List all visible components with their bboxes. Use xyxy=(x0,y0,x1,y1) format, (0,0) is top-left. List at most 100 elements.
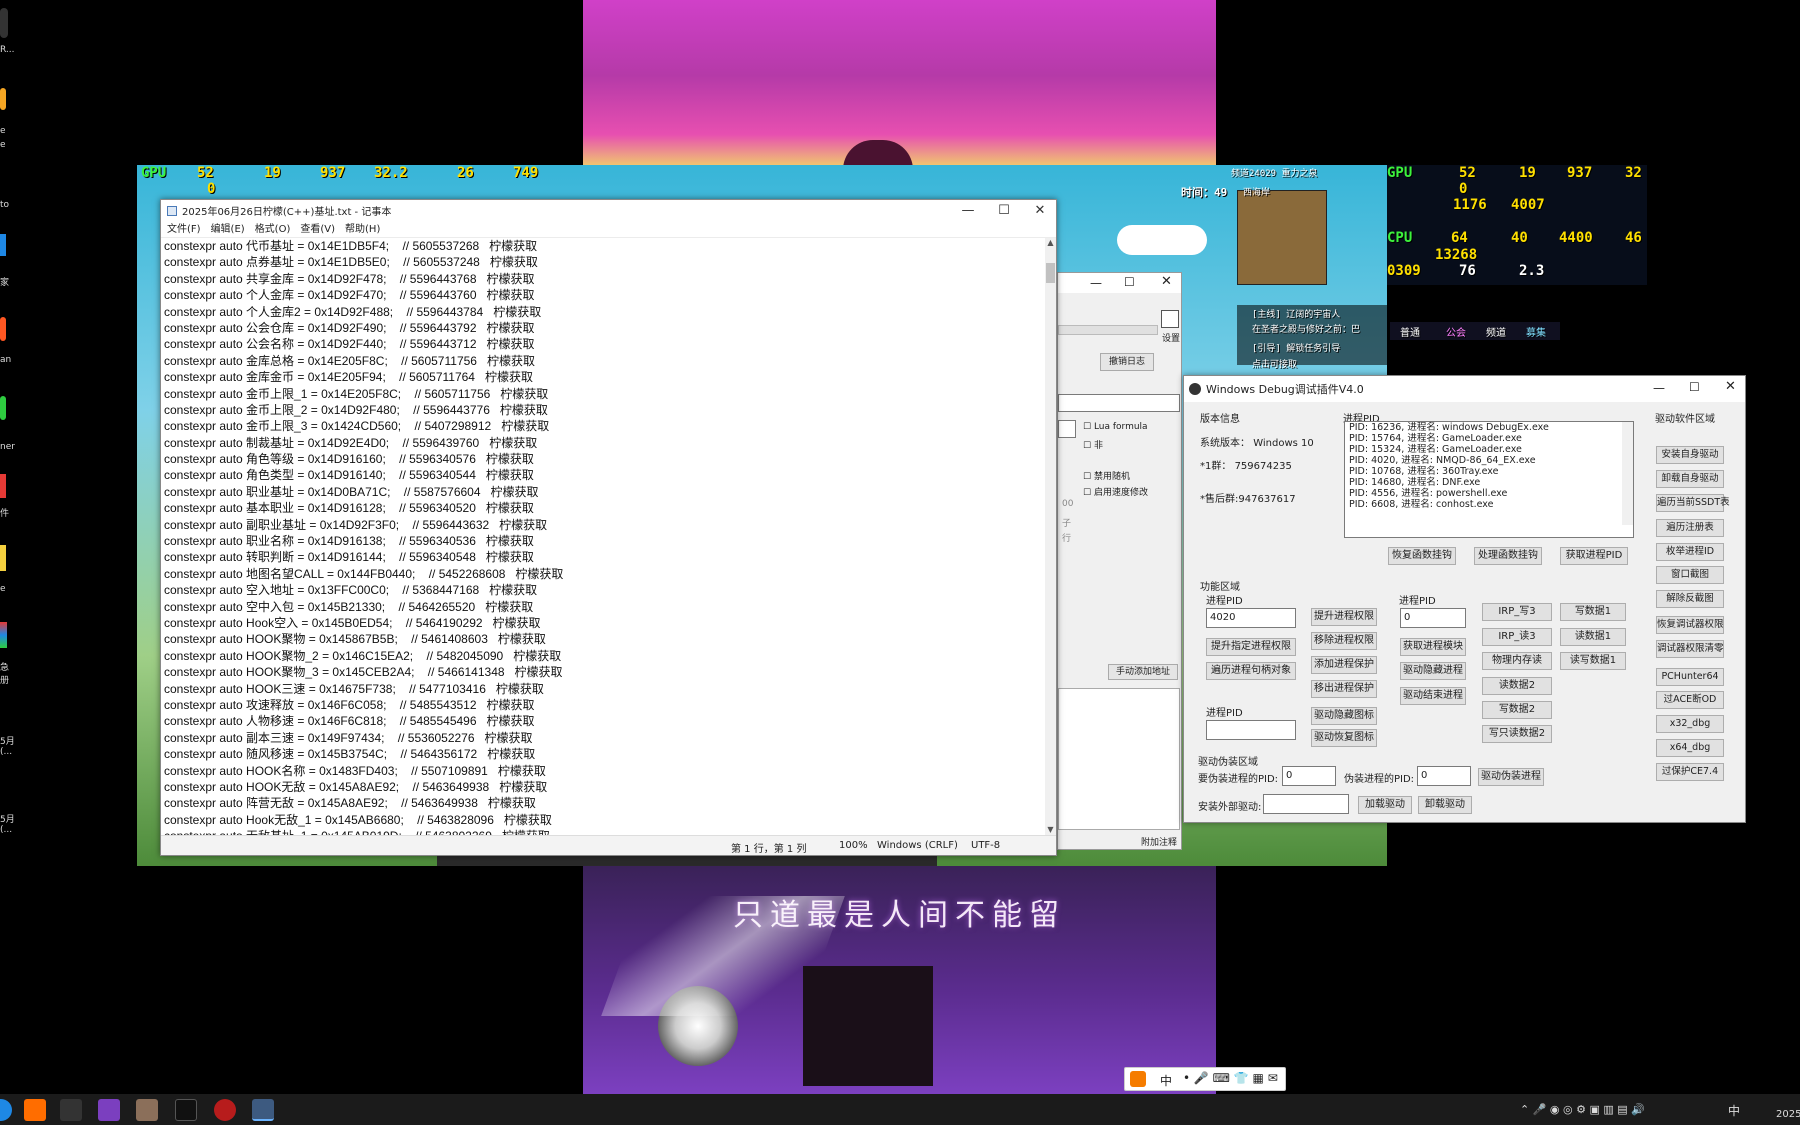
irp-write-button[interactable]: IRP_写3 xyxy=(1482,603,1552,621)
desktop-app-icon[interactable] xyxy=(0,396,6,420)
get-module-button[interactable]: 获取进程模块 xyxy=(1400,638,1466,656)
debug-maximize-button[interactable]: ☐ xyxy=(1689,380,1700,394)
notepad-window[interactable]: 2025年06月26日柠檬(C++)基址.txt - 记事本 — ☐ ✕ 文件(… xyxy=(160,199,1057,856)
cheat-select[interactable] xyxy=(1058,420,1076,438)
rw-data1-button[interactable]: 读写数据1 xyxy=(1560,652,1626,670)
debug-close-button[interactable]: ✕ xyxy=(1725,379,1736,394)
chat-tab-normal[interactable]: 普通 xyxy=(1400,324,1420,339)
quest-line-1[interactable]: [主线] 辽阔的宇宙人 xyxy=(1252,307,1340,320)
restore-hook-button[interactable]: 恢复函数挂钩 xyxy=(1388,547,1456,565)
debug-tool-window[interactable]: Windows Debug调试插件V4.0 — ☐ ✕ 版本信息 系统版本： W… xyxy=(1183,375,1746,823)
menu-edit[interactable]: 编辑(E) xyxy=(211,221,245,237)
pid-listbox[interactable]: PID: 16236, 进程名: windows DebugEx.exe PID:… xyxy=(1344,421,1634,538)
scroll-up-icon[interactable]: ▲ xyxy=(1045,238,1056,248)
driver-side-button[interactable]: 遍历当前SSDT表 xyxy=(1656,494,1730,512)
qq-icon[interactable] xyxy=(175,1099,197,1121)
driver-side-button[interactable]: 解除反截图 xyxy=(1656,590,1724,608)
pid-list-item[interactable]: PID: 15764, 进程名: GameLoader.exe xyxy=(1345,433,1633,444)
write-data1-button[interactable]: 写数据1 xyxy=(1560,603,1626,621)
ime-toolbar[interactable]: 中 • 🎤 ⌨ 👕 ▦ ✉ xyxy=(1124,1067,1286,1091)
raise-specific-button[interactable]: 提升指定进程权限 xyxy=(1206,638,1296,656)
desktop-app-icon[interactable] xyxy=(0,234,6,256)
enable-speed-checkbox[interactable]: ☐ 启用速度修改 xyxy=(1083,485,1148,498)
menu-file[interactable]: 文件(F) xyxy=(167,221,201,237)
cheat-tool-window[interactable]: — ☐ ✕ 设置 撤销日志 ☐ Lua formula ☐ 非 ☐ 禁用随机 ☐… xyxy=(1057,272,1182,850)
desktop-app-icon[interactable] xyxy=(0,317,6,341)
settings-icon[interactable] xyxy=(1161,310,1179,328)
unload-driver-button[interactable]: 卸载驱动 xyxy=(1418,796,1472,814)
game-minimap[interactable] xyxy=(1237,190,1327,285)
chat-tab-guild[interactable]: 公会 xyxy=(1446,324,1466,339)
desktop-app-icon[interactable] xyxy=(0,88,6,110)
cheat-input[interactable] xyxy=(1058,394,1180,412)
driver-side-button[interactable]: x64_dbg xyxy=(1656,739,1724,757)
add-protect-button[interactable]: 添加进程保护 xyxy=(1311,656,1377,674)
driver-side-button[interactable]: 安装自身驱动 xyxy=(1656,446,1724,464)
ime-mode[interactable]: 中 xyxy=(1160,1072,1172,1089)
scroll-thumb[interactable] xyxy=(1046,263,1055,283)
remove-priv-button[interactable]: 移除进程权限 xyxy=(1311,632,1377,650)
lua-formula-checkbox[interactable]: ☐ Lua formula xyxy=(1083,422,1148,432)
driver-side-button[interactable]: 过ACE断OD xyxy=(1656,691,1724,709)
driver-side-button[interactable]: 过保护CE7.4 xyxy=(1656,763,1724,781)
irp-read-button[interactable]: IRP_读3 xyxy=(1482,628,1552,646)
record-icon[interactable] xyxy=(214,1099,236,1121)
driver-side-button[interactable]: 卸载自身驱动 xyxy=(1656,470,1724,488)
tray-lang[interactable]: 中 xyxy=(1728,1102,1740,1119)
end-process-button[interactable]: 驱动结束进程 xyxy=(1400,687,1466,705)
add-note-label[interactable]: 附加注释 xyxy=(1141,835,1177,848)
pid-list-scrollbar[interactable] xyxy=(1622,422,1633,525)
manual-add-address-button[interactable]: 手动添加地址 xyxy=(1108,664,1178,680)
desktop-app-icon[interactable] xyxy=(0,622,7,648)
browser-icon[interactable] xyxy=(24,1099,46,1121)
notepad-minimize-button[interactable]: — xyxy=(951,200,985,221)
tray-clock[interactable]: 2025/ xyxy=(1776,1109,1800,1120)
pid-list-item[interactable]: PID: 10768, 进程名: 360Tray.exe xyxy=(1345,466,1633,477)
driver-side-button[interactable]: 遍历注册表 xyxy=(1656,519,1724,537)
chat-tab-channel[interactable]: 频道 xyxy=(1486,324,1506,339)
hide-process-button[interactable]: 驱动隐藏进程 xyxy=(1400,662,1466,680)
remove-protect-button[interactable]: 移出进程保护 xyxy=(1311,680,1377,698)
desktop-app-icon[interactable] xyxy=(0,474,6,498)
pid-list-item[interactable]: PID: 15324, 进程名: GameLoader.exe xyxy=(1345,444,1633,455)
disguise-pid-input[interactable]: 0 xyxy=(1282,766,1336,786)
disguise-process-button[interactable]: 驱动伪装进程 xyxy=(1478,768,1544,786)
pid-list-item[interactable]: PID: 4556, 进程名: powershell.exe xyxy=(1345,488,1633,499)
driver-side-button[interactable]: 枚举进程ID xyxy=(1656,543,1724,561)
handle-hook-button[interactable]: 处理函数挂钩 xyxy=(1474,547,1542,565)
enum-handles-button[interactable]: 遍历进程句柄对象 xyxy=(1206,662,1296,680)
pid-input-2[interactable]: 0 xyxy=(1400,608,1466,628)
notepad-close-button[interactable]: ✕ xyxy=(1023,200,1057,221)
ime-tools-icon[interactable]: • 🎤 ⌨ 👕 ▦ ✉ xyxy=(1183,1071,1278,1085)
driver-side-button[interactable]: 恢复调试器权限 xyxy=(1656,616,1724,634)
notepad-text-area[interactable]: constexpr auto 代币基址 = 0x14E1DB5F4; // 56… xyxy=(161,238,1046,835)
desktop-app-icon[interactable] xyxy=(0,545,6,571)
pid-list-item[interactable]: PID: 14680, 进程名: DNF.exe xyxy=(1345,477,1633,488)
write-data2-button[interactable]: 写数据2 xyxy=(1482,701,1552,719)
chat-tab-team[interactable]: 募集 xyxy=(1526,324,1546,339)
pid-input-3[interactable] xyxy=(1206,720,1296,740)
cancel-log-button[interactable]: 撤销日志 xyxy=(1100,353,1154,371)
menu-help[interactable]: 帮助(H) xyxy=(345,221,380,237)
sogou-icon[interactable] xyxy=(1130,1071,1146,1087)
write-readonly2-button[interactable]: 写只读数据2 xyxy=(1482,725,1552,743)
menu-view[interactable]: 查看(V) xyxy=(300,221,335,237)
driver-side-button[interactable]: PCHunter64 xyxy=(1656,668,1724,686)
restore-icon-button[interactable]: 驱动恢复图标 xyxy=(1311,729,1377,747)
notepad-scrollbar[interactable]: ▲ ▼ xyxy=(1045,238,1056,835)
game-app-icon[interactable] xyxy=(136,1099,158,1121)
quest-line-3[interactable]: [引导] 解锁任务引导 xyxy=(1252,341,1340,354)
notepad-task-icon[interactable] xyxy=(252,1099,274,1121)
spider-app-icon[interactable] xyxy=(60,1099,82,1121)
start-icon[interactable] xyxy=(0,1099,12,1121)
pid-list-item[interactable]: PID: 16236, 进程名: windows DebugEx.exe xyxy=(1345,422,1633,433)
hide-icon-button[interactable]: 驱动隐藏图标 xyxy=(1311,707,1377,725)
phys-read-button[interactable]: 物理内存读 xyxy=(1482,652,1552,670)
get-pid-button[interactable]: 获取进程PID xyxy=(1560,547,1628,565)
install-ext-input[interactable] xyxy=(1263,794,1349,814)
driver-side-button[interactable]: 窗口截图 xyxy=(1656,566,1724,584)
read-data2-button[interactable]: 读数据2 xyxy=(1482,677,1552,695)
not-checkbox[interactable]: ☐ 非 xyxy=(1083,438,1103,451)
pid-list-item[interactable]: PID: 6608, 进程名: conhost.exe xyxy=(1345,499,1633,510)
pid-input-1[interactable]: 4020 xyxy=(1206,608,1296,628)
